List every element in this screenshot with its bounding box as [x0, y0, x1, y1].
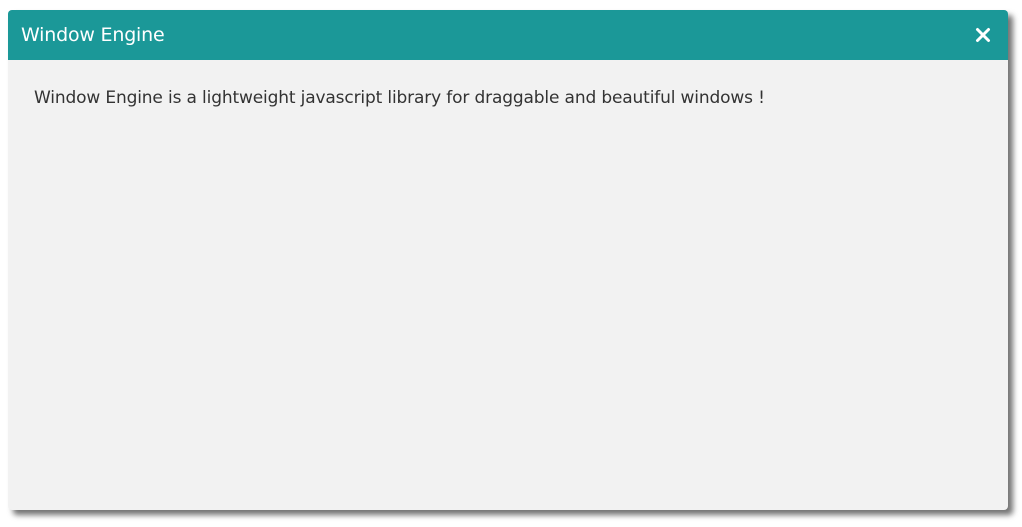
window-content: Window Engine is a lightweight javascrip…: [8, 60, 1008, 136]
window-title: Window Engine: [21, 24, 165, 46]
close-icon: [976, 28, 990, 42]
window[interactable]: Window Engine Window Engine is a lightwe…: [8, 10, 1008, 510]
close-button[interactable]: [972, 24, 994, 46]
window-titlebar[interactable]: Window Engine: [8, 10, 1008, 60]
window-body-text: Window Engine is a lightweight javascrip…: [34, 88, 765, 108]
